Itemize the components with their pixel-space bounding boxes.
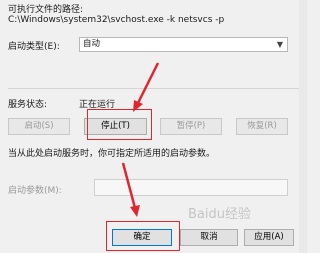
arrow-to-ok-icon — [121, 162, 140, 217]
arrow-to-stop-icon — [133, 62, 160, 112]
scrollbar[interactable] — [299, 0, 307, 253]
annotation-arrows — [121, 62, 160, 217]
